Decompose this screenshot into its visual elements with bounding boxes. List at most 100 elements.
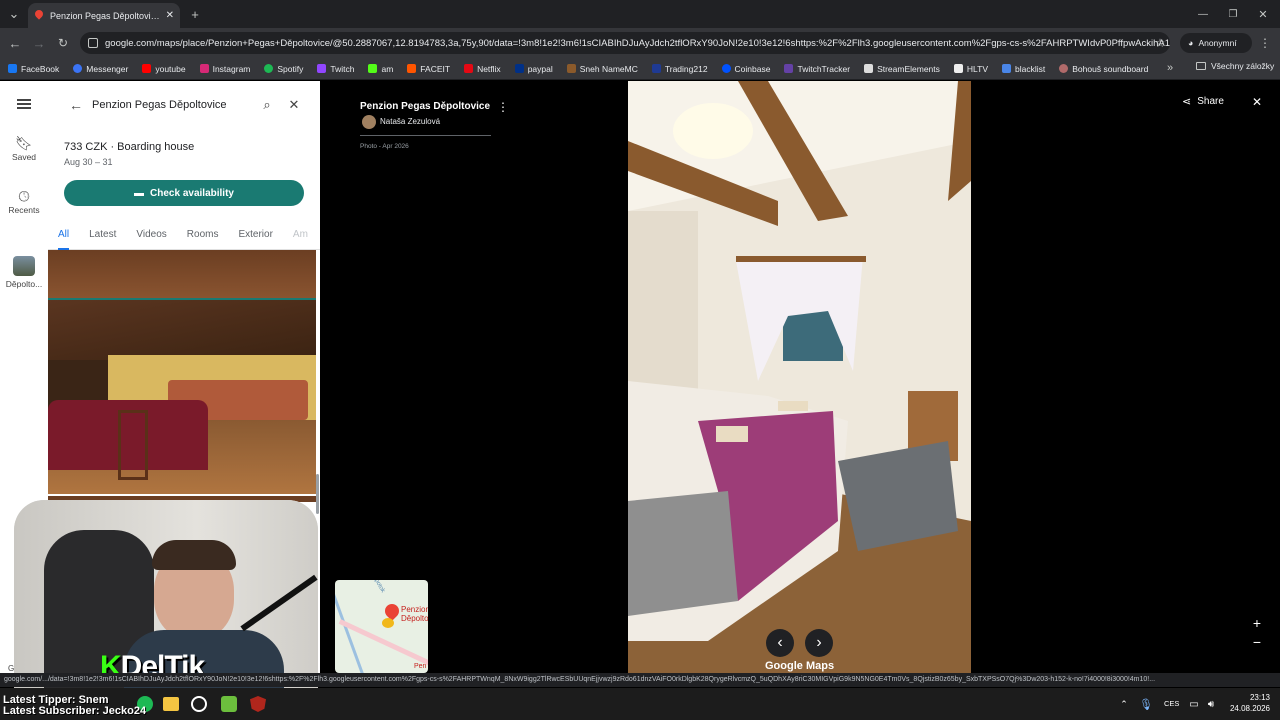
menu-icon[interactable]: ⋮: [1258, 34, 1272, 52]
minimap-road-label: potok: [373, 580, 386, 594]
site-info-icon[interactable]: [88, 38, 98, 48]
hamburger-menu-icon[interactable]: [17, 99, 31, 109]
bookmark-item[interactable]: Coinbase: [721, 64, 770, 74]
app-taskbar-icon[interactable]: [191, 696, 207, 712]
bookmark-item[interactable]: youtube: [142, 64, 186, 74]
network-icon[interactable]: ▭: [1188, 697, 1200, 711]
place-thumbnail: [13, 256, 35, 276]
url-text: google.com/maps/place/Penzion+Pegas+Děpo…: [105, 37, 1170, 49]
tab-amenities[interactable]: Am: [283, 220, 318, 250]
reload-icon[interactable]: ↻: [54, 34, 72, 52]
bookmark-item[interactable]: FaceBook: [8, 64, 59, 74]
rail-saved[interactable]: 🔖︎ Saved: [0, 134, 48, 162]
bookmark-item[interactable]: Instagram: [199, 64, 250, 74]
explorer-taskbar-icon[interactable]: [163, 697, 179, 711]
bookmark-item[interactable]: FACEIT: [407, 64, 450, 74]
close-viewer-icon[interactable]: ✕: [1249, 94, 1265, 110]
tab-rooms[interactable]: Rooms: [177, 220, 229, 250]
tab-exterior[interactable]: Exterior: [228, 220, 282, 250]
profile-label: Anonymní: [1198, 38, 1237, 48]
rail-place-label: Děpolto...: [5, 279, 43, 289]
zoom-out-button[interactable]: −: [1250, 634, 1264, 650]
all-bookmarks[interactable]: Všechny záložky: [1196, 61, 1274, 71]
faceit-icon: [407, 64, 417, 73]
forward-icon[interactable]: →: [30, 34, 48, 52]
search-input[interactable]: Penzion Pegas Děpoltovice: [92, 99, 254, 111]
price-type-line: 733 CZK · Boarding house: [64, 141, 195, 153]
viewer-more-icon[interactable]: ⋮: [496, 99, 510, 115]
minimap[interactable]: potok Penzion Děpolto Pen: [335, 580, 428, 673]
minimize-icon[interactable]: —: [1196, 6, 1210, 22]
zoom-in-button[interactable]: +: [1250, 615, 1264, 631]
minimap-place-label-bottom: Pen: [414, 663, 427, 670]
viewer-place-name[interactable]: Penzion Pegas Děpoltovice: [360, 101, 490, 112]
check-availability-label: Check availability: [150, 187, 234, 199]
pegman-icon: [382, 618, 394, 628]
instagram-icon: [199, 64, 209, 73]
photo-thumbnail[interactable]: [48, 300, 316, 494]
clock-time: 23:13: [1249, 693, 1270, 702]
bookmark-item[interactable]: Trading212: [651, 64, 708, 74]
share-button[interactable]: ⋖ Share: [1182, 95, 1224, 108]
stay-dates[interactable]: Aug 30 – 31: [64, 157, 113, 167]
bookmark-item[interactable]: Netflix: [464, 64, 501, 74]
room-photo-illustration: [628, 81, 971, 673]
share-label: Share: [1197, 96, 1224, 107]
hltv-icon: [953, 64, 963, 73]
browser-tab[interactable]: Penzion Pegas Děpoltovice - Go ✕: [28, 3, 180, 28]
rail-saved-label: Saved: [11, 152, 37, 162]
system-clock[interactable]: 23:13 24.08.2026: [1230, 692, 1270, 714]
bookmark-item[interactable]: paypal: [514, 64, 553, 74]
back-arrow-icon[interactable]: ←: [60, 97, 92, 113]
address-bar[interactable]: google.com/maps/place/Penzion+Pegas+Děpo…: [80, 32, 1170, 54]
more-bookmarks-icon[interactable]: »: [1164, 60, 1176, 76]
bookmark-item[interactable]: Bohouš soundboard: [1059, 64, 1148, 74]
rail-recent-place[interactable]: Děpolto...: [0, 256, 48, 289]
bookmarks-bar: FaceBook Messenger youtube Instagram Spo…: [0, 58, 1280, 80]
tab-latest[interactable]: Latest: [79, 220, 126, 250]
bookmark-item[interactable]: Messenger: [73, 64, 128, 74]
next-photo-button[interactable]: ›: [805, 629, 833, 657]
rail-recents[interactable]: 🕓︎ Recents: [0, 187, 48, 215]
volume-icon[interactable]: 🔊︎: [1205, 697, 1217, 711]
search-icon[interactable]: ⌕: [254, 97, 280, 113]
bookmark-item[interactable]: HLTV: [953, 64, 988, 74]
bookmark-item[interactable]: blacklist: [1002, 64, 1045, 74]
bookmark-item[interactable]: am: [368, 64, 393, 74]
tab-title: Penzion Pegas Děpoltovice - Go: [50, 10, 160, 21]
photo-thumbnail[interactable]: [48, 250, 316, 298]
all-bookmarks-label: Všechny záložky: [1211, 61, 1275, 71]
maps-pin-icon: [34, 10, 44, 22]
facebook-icon: [8, 64, 17, 73]
restore-icon[interactable]: ❐: [1226, 6, 1240, 22]
search-box[interactable]: ← Penzion Pegas Děpoltovice ⌕ ✕: [60, 89, 308, 121]
microphone-icon[interactable]: 🎙︎: [1139, 697, 1153, 711]
window-close-icon[interactable]: ✕: [1256, 6, 1270, 22]
tray-chevron-icon[interactable]: ⌃: [1118, 697, 1130, 711]
incognito-profile[interactable]: ◕ Anonymní: [1180, 33, 1252, 53]
bookmark-star-icon[interactable]: ☆: [1152, 34, 1168, 52]
divider: [360, 135, 491, 136]
bookmark-item[interactable]: TwitchTracker: [784, 64, 850, 74]
tab-search-icon[interactable]: ⌄: [6, 6, 22, 22]
clear-search-icon[interactable]: ✕: [280, 97, 308, 113]
bookmark-item[interactable]: Spotify: [264, 64, 303, 74]
tab-all[interactable]: All: [48, 220, 79, 250]
author-avatar[interactable]: [362, 115, 376, 129]
new-tab-icon[interactable]: +: [188, 6, 202, 22]
check-availability-button[interactable]: ▬ Check availability: [64, 180, 304, 206]
tab-videos[interactable]: Videos: [126, 220, 176, 250]
prev-photo-button[interactable]: ‹: [766, 629, 794, 657]
tab-close-icon[interactable]: ✕: [166, 10, 174, 21]
main-photo[interactable]: [628, 81, 971, 673]
app-taskbar-icon[interactable]: [221, 696, 237, 712]
messenger-icon: [73, 64, 83, 73]
language-indicator[interactable]: CES: [1164, 699, 1179, 708]
bookmark-item[interactable]: StreamElements: [864, 64, 940, 74]
bookmark-item[interactable]: Twitch: [317, 64, 354, 74]
back-icon[interactable]: ←: [6, 34, 24, 52]
netflix-icon: [464, 64, 474, 73]
bookmark-item[interactable]: Sneh NameMC: [566, 64, 638, 74]
status-bar-url: google.com/.../data=!3m8!1e2!3m6!1sCIABI…: [0, 673, 1280, 687]
photo-author[interactable]: Nataša Zezulová: [380, 117, 440, 126]
